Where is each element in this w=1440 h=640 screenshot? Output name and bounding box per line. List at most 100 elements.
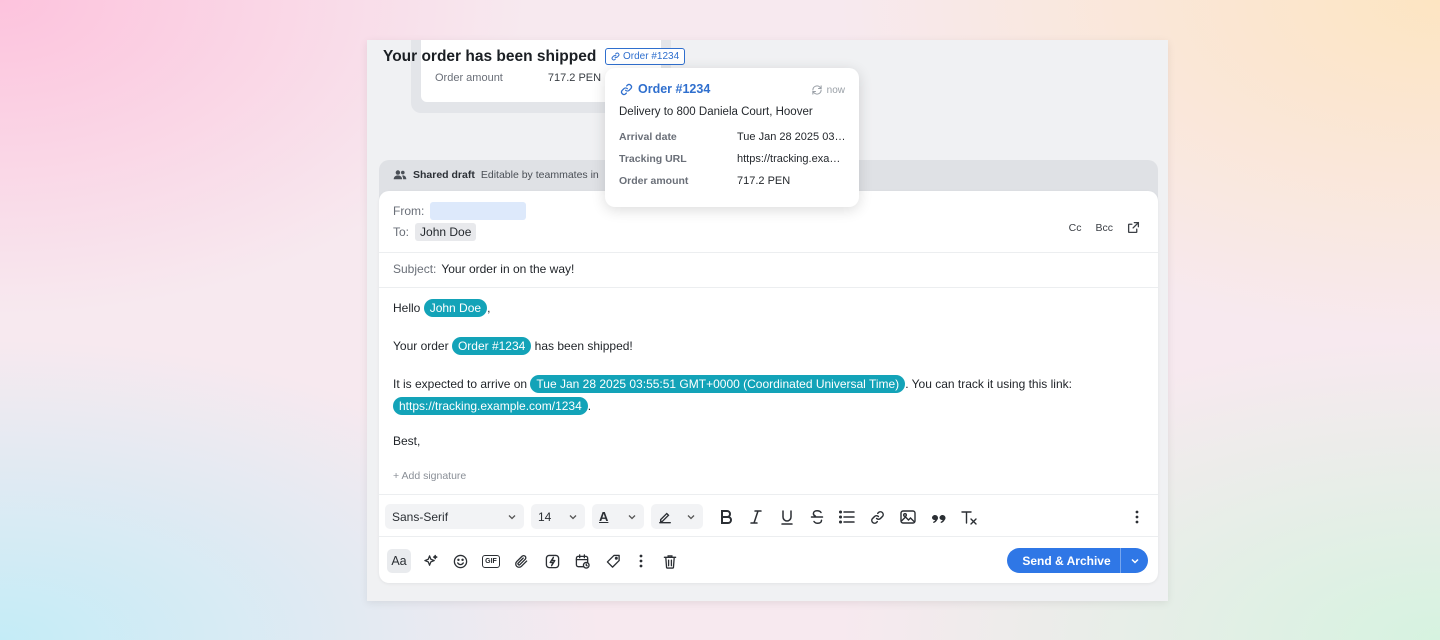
send-archive-label: Send & Archive <box>1022 553 1111 568</box>
attachment-icon[interactable] <box>509 549 533 573</box>
divider <box>379 252 1158 253</box>
bcc-button[interactable]: Bcc <box>1095 222 1113 234</box>
from-label: From: <box>393 204 425 218</box>
font-size-select[interactable]: 14 <box>531 504 585 529</box>
arrival-line-prefix: It is expected to arrive on <box>393 377 528 391</box>
bold-icon[interactable] <box>715 506 737 528</box>
add-signature-link[interactable]: + Add signature <box>393 470 466 482</box>
greeting-prefix: Hello <box>393 301 421 315</box>
order-card-row: Order amount 717.2 PEN <box>435 72 601 84</box>
subject-row[interactable]: Subject: Your order in on the way! <box>393 262 574 276</box>
shared-draft: Shared draft Editable by teammates in Fr… <box>379 160 1158 583</box>
popover-title-label: Order #1234 <box>638 82 711 96</box>
emoji-icon[interactable] <box>448 549 472 573</box>
order-link-chip[interactable]: Order #1234 <box>605 48 686 65</box>
popover-row-arrival: Arrival date Tue Jan 28 2025 03:55:51 GM… <box>619 131 847 143</box>
chevron-down-icon <box>687 514 695 519</box>
to-label: To: <box>393 225 410 239</box>
chevron-down-icon <box>569 514 577 519</box>
tracking-line-suffix: . <box>587 399 592 413</box>
refresh-status[interactable]: now <box>811 84 845 96</box>
email-editor: From: To: John Doe Cc Bcc Subject: Your … <box>379 191 1158 583</box>
formatting-toolbar: Sans-Serif 14 A <box>379 494 1158 537</box>
contact-name-token[interactable]: John Doe <box>423 299 488 317</box>
trash-icon[interactable] <box>658 549 682 573</box>
popover-key: Arrival date <box>619 131 677 143</box>
underline-icon[interactable] <box>776 506 798 528</box>
header-actions: Cc Bcc <box>1069 221 1140 234</box>
ai-sparkle-icon[interactable] <box>418 549 442 573</box>
strikethrough-icon[interactable] <box>806 506 828 528</box>
insert-link-icon[interactable] <box>866 506 888 528</box>
text-color-select[interactable]: A <box>592 504 644 529</box>
draft-label: Shared draft <box>413 169 475 181</box>
popover-row-amount: Order amount 717.2 PEN <box>619 175 847 187</box>
compose-actions: Aa GIF Send & Archive <box>379 538 1158 583</box>
cc-button[interactable]: Cc <box>1069 222 1082 234</box>
gif-label: GIF <box>482 554 500 568</box>
order-preview-popover: Order #1234 now Delivery to 800 Daniela … <box>605 68 859 207</box>
popout-icon[interactable] <box>1127 221 1140 234</box>
order-line-suffix: has been shipped! <box>534 339 633 353</box>
tag-icon[interactable] <box>601 549 625 573</box>
popover-key: Order amount <box>619 175 689 187</box>
send-options-button[interactable] <box>1120 548 1148 573</box>
signoff: Best, <box>393 434 421 448</box>
schedule-send-icon[interactable] <box>570 549 594 573</box>
divider <box>379 287 1158 288</box>
popover-value: 717.2 PEN <box>737 175 791 187</box>
greeting-line: Hello John Doe, <box>393 299 490 317</box>
popover-row-tracking: Tracking URL https://tracking.example.co… <box>619 153 847 165</box>
conversation-title: Your order has been shipped <box>383 48 597 65</box>
order-card-value: 717.2 PEN <box>547 72 602 84</box>
gif-icon[interactable]: GIF <box>479 549 503 573</box>
arrival-date-token[interactable]: Tue Jan 28 2025 03:55:51 GMT+0000 (Coord… <box>530 375 906 393</box>
more-actions-icon[interactable] <box>629 549 653 573</box>
order-line-prefix: Your order <box>393 339 449 353</box>
popover-value[interactable]: https://tracking.example.com/1234 <box>737 153 847 165</box>
chevron-down-icon <box>508 514 516 519</box>
clear-formatting-icon[interactable] <box>958 506 980 528</box>
quote-icon[interactable] <box>927 506 949 528</box>
link-icon <box>620 83 633 95</box>
refresh-icon <box>811 85 822 95</box>
more-formatting-icon[interactable] <box>1126 506 1148 528</box>
draft-sublabel: Editable by teammates in <box>480 169 599 181</box>
arrival-line: It is expected to arrive on Tue Jan 28 2… <box>393 375 1072 393</box>
popover-key: Tracking URL <box>619 153 687 165</box>
order-line: Your order Order #1234 has been shipped! <box>393 337 633 355</box>
insert-image-icon[interactable] <box>897 506 919 528</box>
bulleted-list-icon[interactable] <box>836 506 858 528</box>
text-color-icon: A <box>599 509 609 524</box>
send-archive-button[interactable]: Send & Archive <box>1007 548 1148 573</box>
from-field[interactable] <box>430 202 527 220</box>
order-card-label: Order amount <box>435 72 503 84</box>
greeting-suffix: , <box>487 301 491 315</box>
tracking-line: https://tracking.example.com/1234. <box>393 397 591 415</box>
subject-input[interactable]: Your order in on the way! <box>441 262 574 276</box>
arrival-line-suffix: . You can track it using this link: <box>905 377 1072 391</box>
italic-icon[interactable] <box>745 506 767 528</box>
users-icon <box>393 170 407 180</box>
highlighter-icon <box>659 512 671 523</box>
draft-header: Shared draft Editable by teammates in <box>393 169 599 181</box>
refresh-label: now <box>826 84 845 96</box>
subject-label: Subject: <box>393 262 437 276</box>
link-icon <box>611 52 620 61</box>
chevron-down-icon <box>1130 558 1139 564</box>
quick-action-icon[interactable] <box>540 549 564 573</box>
from-row: From: <box>393 202 527 220</box>
to-row: To: John Doe <box>393 223 477 241</box>
chevron-down-icon <box>628 514 636 519</box>
tracking-url-token[interactable]: https://tracking.example.com/1234 <box>393 397 588 415</box>
to-recipient[interactable]: John Doe <box>415 223 477 241</box>
font-family-select[interactable]: Sans-Serif <box>385 504 524 529</box>
highlight-color-select[interactable] <box>651 504 703 529</box>
order-chip-label: Order #1234 <box>623 51 680 62</box>
font-size-value: 14 <box>538 509 552 524</box>
formatting-toggle-button[interactable]: Aa <box>387 549 411 573</box>
popover-value: Tue Jan 28 2025 03:55:51 GMT+0000 <box>737 131 847 143</box>
popover-description: Delivery to 800 Daniela Court, Hoover <box>619 106 813 118</box>
popover-title[interactable]: Order #1234 <box>620 82 710 96</box>
order-token[interactable]: Order #1234 <box>451 337 532 355</box>
